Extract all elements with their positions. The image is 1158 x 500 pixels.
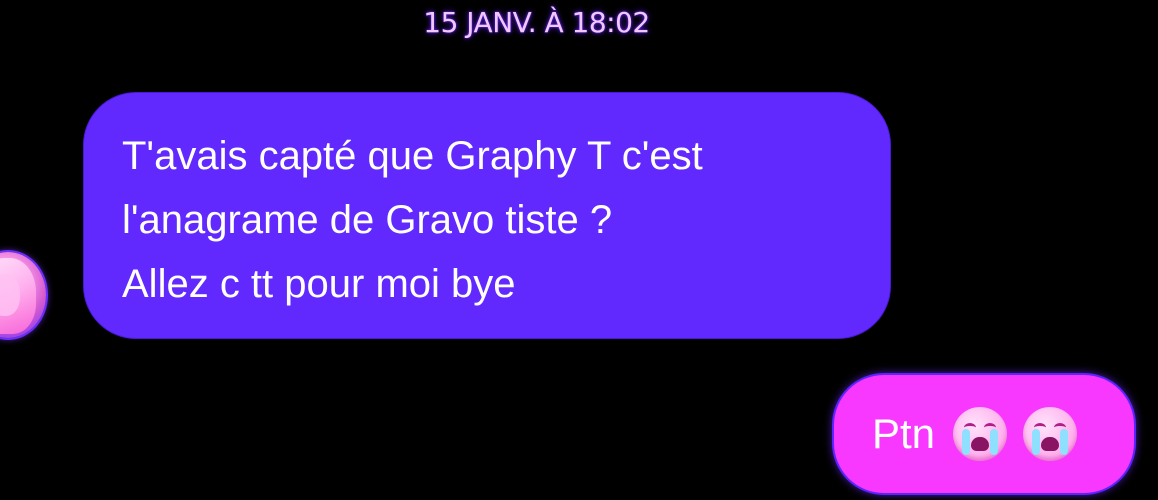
outgoing-message-text: Ptn: [872, 410, 936, 457]
outgoing-message-bubble[interactable]: Ptn: [834, 375, 1134, 493]
message-line: l'anagrame de Gravo tiste ?: [122, 198, 613, 242]
message-line: T'avais capté que Graphy T c'est: [122, 134, 703, 178]
message-line: Allez c tt pour moi bye: [122, 262, 516, 306]
loudly-crying-face-icon: [953, 407, 1008, 461]
incoming-message-bubble[interactable]: T'avais capté que Graphy T c'est l'anagr…: [84, 93, 890, 338]
message-timestamp: 15 JANV. À 18:02: [423, 6, 650, 39]
sender-avatar[interactable]: [0, 252, 46, 338]
loudly-crying-face-icon: [1023, 407, 1078, 461]
